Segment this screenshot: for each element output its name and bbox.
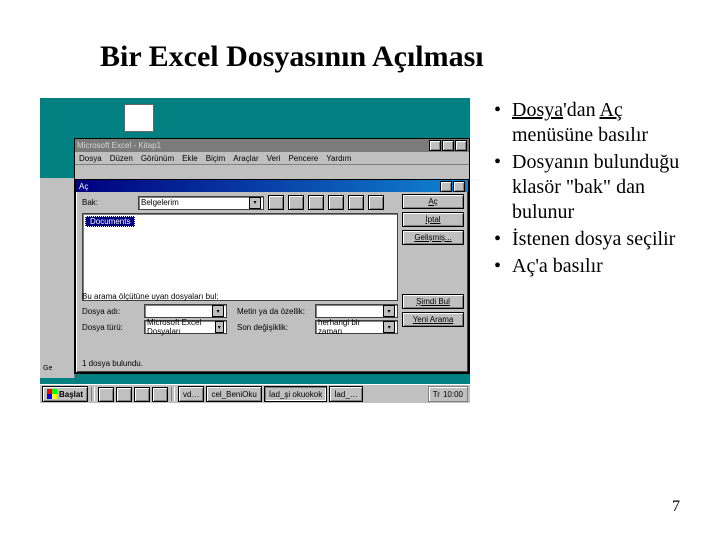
cancel-button[interactable]: İptal xyxy=(402,212,464,227)
minimize-icon[interactable] xyxy=(429,140,441,151)
properties-icon[interactable] xyxy=(348,195,364,210)
modified-value: herhangi bir zaman xyxy=(318,318,383,336)
lookin-label: Bak: xyxy=(82,198,134,207)
dialog-titlebar: Aç xyxy=(76,180,468,192)
text-combo[interactable]: ▾ xyxy=(315,304,398,318)
bullet-list: Dosya'dan Aç menüsüne basılır Dosyanın b… xyxy=(494,98,680,279)
new-search-button[interactable]: Yeni Arama xyxy=(402,312,464,327)
taskbar-separator xyxy=(91,387,95,401)
advanced-button[interactable]: Gelişmiş... xyxy=(402,230,464,245)
chevron-down-icon[interactable]: ▾ xyxy=(215,321,224,333)
maximize-icon[interactable] xyxy=(442,140,454,151)
bullet-underlined: Dosya xyxy=(512,99,563,121)
taskbar: Başlat vd… cel_BeniOku İad_şi okuokok İa… xyxy=(40,384,470,403)
details-view-icon[interactable] xyxy=(328,195,344,210)
chevron-down-icon[interactable]: ▾ xyxy=(249,197,261,209)
selected-file[interactable]: Documents xyxy=(85,216,135,227)
windows-logo-icon xyxy=(47,389,57,399)
open-dialog: Aç Bak: Belgelerim ▾ xyxy=(75,179,469,373)
chevron-down-icon[interactable]: ▾ xyxy=(383,321,395,333)
bullet-item: İstenen dosya seçilir xyxy=(494,227,680,252)
tray-clock: 10:00 xyxy=(443,390,463,399)
bullet-text: menüsüne basılır xyxy=(512,124,648,146)
desktop-icon xyxy=(124,104,154,132)
menu-item[interactable]: Düzen xyxy=(110,154,133,163)
bullet-item: Aç'a basılır xyxy=(494,254,680,279)
start-label: Başlat xyxy=(59,390,83,399)
start-button[interactable]: Başlat xyxy=(42,386,88,402)
type-combo[interactable]: Microsoft Excel Dosyaları ▾ xyxy=(144,320,227,334)
text-label: Metin ya da özellik: xyxy=(231,307,311,316)
dialog-close-icon[interactable] xyxy=(453,181,465,192)
bullet-text: İstenen dosya seçilir xyxy=(512,228,675,250)
task-label: vd… xyxy=(183,390,199,399)
close-icon[interactable] xyxy=(455,140,467,151)
open-button[interactable]: Aç xyxy=(402,194,464,209)
dialog-title: Aç xyxy=(79,182,88,191)
up-folder-icon[interactable] xyxy=(268,195,284,210)
filename-combo[interactable]: ▾ xyxy=(144,304,227,318)
menu-item[interactable]: Biçim xyxy=(206,154,226,163)
quicklaunch-icon[interactable] xyxy=(116,387,132,402)
bullet-text: Dosyanın bulunduğu klasör "bak" dan bulu… xyxy=(512,151,679,223)
screenshot-frame: Ge Microsoft Excel - Kitap1 Dosya Düzen xyxy=(40,98,470,403)
dialog-help-icon[interactable] xyxy=(440,181,452,192)
find-now-button[interactable]: Şimdi Bul xyxy=(402,294,464,309)
bullet-text: Aç'a basılır xyxy=(512,255,603,277)
menu-item[interactable]: Pencere xyxy=(288,154,318,163)
commands-icon[interactable] xyxy=(368,195,384,210)
list-view-icon[interactable] xyxy=(308,195,324,210)
lookin-combo[interactable]: Belgelerim ▾ xyxy=(138,196,264,210)
task-button[interactable]: cel_BeniOku xyxy=(206,386,261,402)
file-list[interactable]: Documents xyxy=(82,213,398,301)
bullet-text: 'dan xyxy=(563,99,599,121)
new-folder-icon[interactable] xyxy=(288,195,304,210)
bullet-item: Dosyanın bulunduğu klasör "bak" dan bulu… xyxy=(494,150,680,225)
task-button[interactable]: İad_şi okuokok xyxy=(264,386,327,402)
menu-item[interactable]: Araçlar xyxy=(233,154,258,163)
excel-titlebar: Microsoft Excel - Kitap1 xyxy=(75,139,469,152)
page-number: 7 xyxy=(672,498,680,516)
modified-combo[interactable]: herhangi bir zaman ▾ xyxy=(315,320,398,334)
slide-title: Bir Excel Dosyasının Açılması xyxy=(100,40,680,74)
modified-label: Son değişiklik: xyxy=(231,323,311,332)
quicklaunch-icon[interactable] xyxy=(134,387,150,402)
left-panel: Ge xyxy=(40,178,75,378)
excel-menubar[interactable]: Dosya Düzen Görünüm Ekle Biçim Araçlar V… xyxy=(75,152,469,165)
bullet-underlined: Aç xyxy=(600,99,623,121)
bullet-item: Dosya'dan Aç menüsüne basılır xyxy=(494,98,680,148)
type-label: Dosya türü: xyxy=(82,323,140,332)
excel-toolbar xyxy=(75,165,469,180)
task-label: cel_BeniOku xyxy=(211,390,256,399)
chevron-down-icon[interactable]: ▾ xyxy=(212,305,224,317)
system-tray: Tr 10:00 xyxy=(428,386,468,402)
excel-window: Microsoft Excel - Kitap1 Dosya Düzen Gör… xyxy=(74,138,470,374)
task-label: İad_… xyxy=(334,390,358,399)
chevron-down-icon[interactable]: ▾ xyxy=(383,305,395,317)
menu-item[interactable]: Dosya xyxy=(79,154,102,163)
task-label: İad_şi okuokok xyxy=(269,390,322,399)
task-button[interactable]: İad_… xyxy=(329,386,363,402)
type-value: Microsoft Excel Dosyaları xyxy=(147,318,215,336)
menu-item[interactable]: Veri xyxy=(267,154,281,163)
excel-title: Microsoft Excel - Kitap1 xyxy=(77,141,161,150)
quicklaunch-icon[interactable] xyxy=(152,387,168,402)
quicklaunch-icon[interactable] xyxy=(98,387,114,402)
taskbar-separator xyxy=(171,387,175,401)
task-button[interactable]: vd… xyxy=(178,386,204,402)
left-panel-label: Ge xyxy=(43,365,52,372)
dialog-status: 1 dosya bulundu. xyxy=(82,359,143,368)
filename-label: Dosya adı: xyxy=(82,307,140,316)
lookin-value: Belgelerim xyxy=(141,198,179,207)
find-caption: Bu arama ölçütüne uyan dosyaları bul: xyxy=(82,292,398,301)
menu-item[interactable]: Yardım xyxy=(326,154,351,163)
menu-item[interactable]: Görünüm xyxy=(141,154,174,163)
tray-lang[interactable]: Tr xyxy=(433,390,440,399)
menu-item[interactable]: Ekle xyxy=(182,154,198,163)
